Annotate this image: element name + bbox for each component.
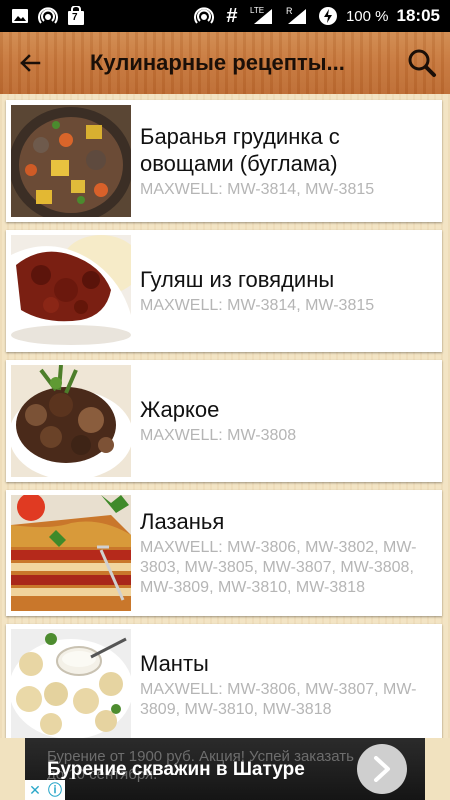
ad-open-button[interactable] xyxy=(357,744,407,794)
notification-badge: 7 xyxy=(72,12,78,23)
recipe-item[interactable]: Баранья грудинка с овощами (буглама) MAX… xyxy=(6,100,442,222)
roaming-signal-icon: R xyxy=(284,6,310,26)
recipe-title: Гуляш из говядины xyxy=(140,267,335,292)
image-notification-icon xyxy=(10,6,30,26)
lte-signal-icon: LTE xyxy=(250,6,276,26)
recipe-models: MAXWELL: MW-3806, MW-3807, MW-3809, MW-3… xyxy=(140,681,417,718)
search-button[interactable] xyxy=(394,32,450,94)
hotspot-icon xyxy=(194,6,214,26)
recipe-info: Баранья грудинка с овощами (буглама) MAX… xyxy=(136,100,442,222)
recipe-title: Лазанья xyxy=(140,509,225,534)
clock: 18:05 xyxy=(396,6,440,25)
recipe-models: MAXWELL: MW-3814, MW-3815 xyxy=(140,180,375,198)
ad-info-icon[interactable]: ⓘ xyxy=(45,780,65,800)
ad-title: Бурение скважин в Шатуре xyxy=(47,759,305,780)
back-button[interactable] xyxy=(0,32,60,94)
battery-percentage: 100 % xyxy=(345,7,389,25)
shopping-bag-notification-icon: 7 xyxy=(66,6,86,26)
hotspot-icon xyxy=(38,6,58,26)
recipe-item[interactable]: Жаркое MAXWELL: MW-3808 xyxy=(6,360,442,482)
app-toolbar: Кулинарные рецепты... xyxy=(0,32,450,94)
recipe-models: MAXWELL: MW-3808 xyxy=(140,427,297,444)
search-icon xyxy=(408,49,436,77)
status-bar: 7 # LTE R 100 % 18:05 xyxy=(0,0,450,32)
ad-banner[interactable]: Бурение от 1900 руб. Акция! Успей заказа… xyxy=(25,738,425,800)
recipe-image-lasagna xyxy=(11,495,131,611)
recipe-item[interactable]: Лазанья MAXWELL: MW-3806, MW-3802, MW-38… xyxy=(6,490,442,616)
recipe-info: Гуляш из говядины MAXWELL: MW-3814, MW-3… xyxy=(136,230,382,352)
page-title: Кулинарные рецепты... xyxy=(90,50,345,75)
recipe-info: Манты MAXWELL: MW-3806, MW-3807, MW-3809… xyxy=(136,624,442,738)
recipe-title: Жаркое xyxy=(140,397,220,422)
battery-charging-icon xyxy=(318,6,338,26)
recipe-title: Манты xyxy=(140,651,209,676)
recipe-item[interactable]: Гуляш из говядины MAXWELL: MW-3814, MW-3… xyxy=(6,230,442,352)
recipe-item[interactable]: Манты MAXWELL: MW-3806, MW-3807, MW-3809… xyxy=(6,624,442,738)
recipe-info: Жаркое MAXWELL: MW-3808 xyxy=(136,360,304,482)
recipe-image-lamb-stew xyxy=(11,105,131,217)
chevron-right-icon xyxy=(374,756,390,782)
ad-close-icon[interactable]: ✕ xyxy=(25,780,45,800)
ad-badges: ✕ ⓘ xyxy=(25,780,65,800)
recipe-list[interactable]: Баранья грудинка с овощами (буглама) MAX… xyxy=(0,94,450,738)
recipe-models: MAXWELL: MW-3814, MW-3815 xyxy=(140,297,375,314)
hash-icon: # xyxy=(226,4,238,27)
recipe-info: Лазанья MAXWELL: MW-3806, MW-3802, MW-38… xyxy=(136,490,442,616)
arrow-back-icon xyxy=(20,54,41,72)
recipe-image-roast xyxy=(11,365,131,477)
recipe-image-manti xyxy=(11,629,131,738)
recipe-models: MAXWELL: MW-3806, MW-3802, MW-3803, MW-3… xyxy=(140,539,417,596)
recipe-image-goulash xyxy=(11,235,131,347)
recipe-title: Баранья грудинка с овощами (буглама) xyxy=(140,123,340,176)
